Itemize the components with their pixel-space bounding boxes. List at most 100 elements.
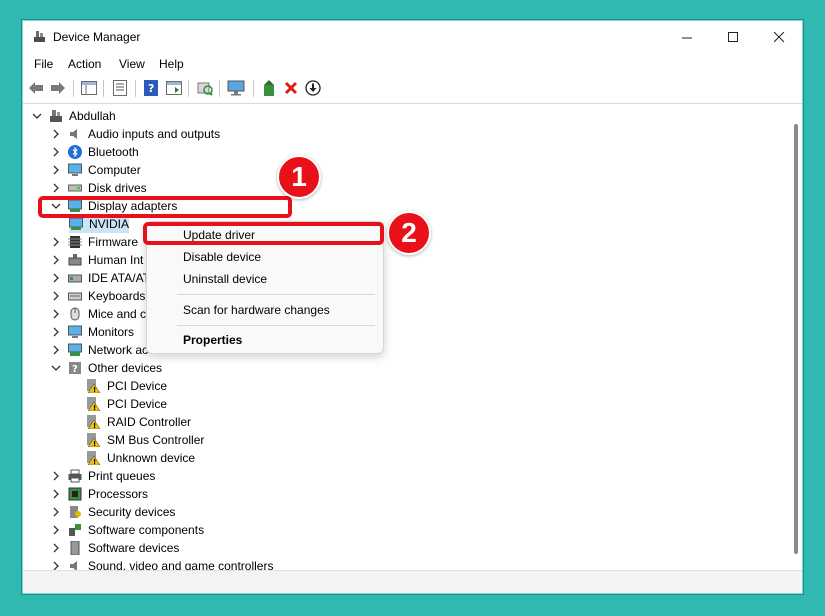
close-button[interactable] [756, 21, 802, 53]
computer-toolbar-button[interactable] [227, 79, 245, 97]
network-adapter-icon [68, 343, 82, 357]
update-driver-toolbar-button[interactable] [260, 79, 278, 97]
software-component-icon [68, 523, 82, 537]
menu-action[interactable]: Action [68, 57, 101, 71]
tree-item-label: Network ac [88, 343, 149, 357]
menu-separator [177, 325, 375, 326]
chevron-right-icon[interactable] [50, 164, 62, 176]
tree-item-security-devices[interactable]: Security devices [50, 503, 175, 521]
toolbar: ? [23, 75, 802, 104]
scan-hardware-toolbar-button[interactable] [196, 79, 214, 97]
menu-item-disable-device[interactable]: Disable device [183, 250, 261, 264]
tree-item-label: NVIDIA [89, 217, 130, 231]
tree-item-other-devices[interactable]: ? Other devices [50, 359, 162, 377]
toolbar-separator [103, 80, 104, 97]
tree-item-network-adapters[interactable]: Network ac [50, 341, 148, 359]
tree-root[interactable]: Abdullah [31, 107, 116, 125]
tree-item-label: Security devices [88, 505, 176, 519]
chevron-right-icon[interactable] [50, 182, 62, 194]
status-bar [23, 570, 802, 593]
tree-item-raid-controller[interactable]: ! RAID Controller [87, 413, 191, 431]
processor-icon [68, 487, 82, 501]
tree-item-bluetooth[interactable]: Bluetooth [50, 143, 139, 161]
properties-toolbar-button[interactable] [111, 79, 129, 97]
tree-item-label: Mice and c [88, 307, 147, 321]
menu-item-properties[interactable]: Properties [183, 333, 242, 347]
chevron-right-icon[interactable] [50, 506, 62, 518]
tree-item-keyboards[interactable]: Keyboards [50, 287, 145, 305]
tree-item-pci-device-1[interactable]: ! PCI Device [87, 377, 167, 395]
back-button[interactable] [27, 79, 45, 97]
title-bar: Device Manager [23, 21, 802, 53]
tree-item-sm-bus-controller[interactable]: ! SM Bus Controller [87, 431, 204, 449]
tree-item-disk-drives[interactable]: Disk drives [50, 179, 147, 197]
show-hide-console-tree-button[interactable] [80, 79, 98, 97]
tree-item-print-queues[interactable]: Print queues [50, 467, 155, 485]
action-pane-button[interactable] [165, 79, 183, 97]
chevron-right-icon[interactable] [50, 524, 62, 536]
tree-item-label: Software devices [88, 541, 180, 555]
monitor-icon [68, 325, 82, 339]
chevron-right-icon[interactable] [50, 470, 62, 482]
tree-item-computer[interactable]: Computer [50, 161, 141, 179]
warning-device-icon: ! [87, 433, 101, 448]
chevron-right-icon[interactable] [50, 308, 62, 320]
menu-item-uninstall-device[interactable]: Uninstall device [183, 272, 267, 286]
menu-view[interactable]: View [119, 57, 145, 71]
menu-file[interactable]: File [34, 57, 53, 71]
toolbar-separator [73, 80, 74, 97]
svg-text:!: ! [93, 386, 96, 393]
maximize-button[interactable] [710, 21, 756, 53]
speaker-icon [68, 127, 82, 141]
back-arrow-icon [29, 82, 43, 94]
enable-device-toolbar-button[interactable] [304, 79, 322, 97]
firmware-chip-icon [68, 235, 82, 249]
tree-item-ide-ata[interactable]: IDE ATA/AT [50, 269, 150, 287]
chevron-down-icon[interactable] [31, 110, 43, 122]
chevron-right-icon[interactable] [50, 542, 62, 554]
scan-hardware-icon [197, 82, 213, 96]
display-adapter-icon [69, 217, 83, 231]
tree-item-label: Software components [88, 523, 205, 537]
printer-icon [68, 469, 82, 483]
chevron-right-icon[interactable] [50, 344, 62, 356]
tree-item-label: RAID Controller [107, 415, 192, 429]
chevron-right-icon[interactable] [50, 146, 62, 158]
chevron-right-icon[interactable] [50, 290, 62, 302]
tree-item-label: Unknown device [107, 451, 196, 465]
tree-item-label: Disk drives [88, 181, 147, 195]
tree-item-unknown-device[interactable]: ! Unknown device [87, 449, 195, 467]
chevron-right-icon[interactable] [50, 236, 62, 248]
svg-text:!: ! [93, 422, 96, 429]
tree-item-software-components[interactable]: Software components [50, 521, 204, 539]
tree-item-label: Other devices [88, 361, 163, 375]
chevron-right-icon[interactable] [50, 560, 62, 570]
tree-item-label: Human Int [88, 253, 144, 267]
tree-item-software-devices[interactable]: Software devices [50, 539, 179, 557]
chevron-down-icon[interactable] [50, 362, 62, 374]
tree-item-sound-video[interactable]: Sound, video and game controllers [50, 557, 273, 570]
chevron-right-icon[interactable] [50, 326, 62, 338]
menu-help[interactable]: Help [159, 57, 184, 71]
tree-item-monitors[interactable]: Monitors [50, 323, 134, 341]
tree-item-firmware[interactable]: Firmware [50, 233, 138, 251]
tree-item-audio[interactable]: Audio inputs and outputs [50, 125, 220, 143]
unknown-device-icon: ? [68, 361, 82, 375]
tree-item-human-interface[interactable]: Human Int [50, 251, 143, 269]
chevron-right-icon[interactable] [50, 272, 62, 284]
minimize-button[interactable] [664, 21, 710, 53]
tree-item-pci-device-2[interactable]: ! PCI Device [87, 395, 167, 413]
help-toolbar-button[interactable]: ? [142, 79, 160, 97]
forward-button[interactable] [49, 79, 67, 97]
tree-item-mice[interactable]: Mice and c [50, 305, 146, 323]
chevron-right-icon[interactable] [50, 254, 62, 266]
update-driver-icon [264, 80, 274, 96]
vertical-scrollbar[interactable] [794, 124, 798, 554]
chevron-right-icon[interactable] [50, 488, 62, 500]
tree-item-label: Audio inputs and outputs [88, 127, 221, 141]
tree-item-label: Bluetooth [88, 145, 139, 159]
menu-item-scan-hardware[interactable]: Scan for hardware changes [183, 303, 330, 317]
chevron-right-icon[interactable] [50, 128, 62, 140]
tree-item-processors[interactable]: Processors [50, 485, 148, 503]
uninstall-toolbar-button[interactable] [282, 79, 300, 97]
